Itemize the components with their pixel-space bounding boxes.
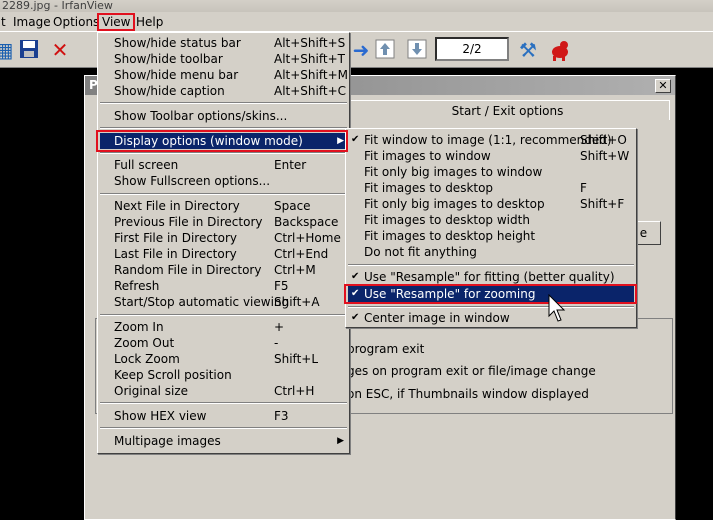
menu-help[interactable]: Help — [133, 13, 166, 31]
submenu-item-center-image[interactable]: ✔ Center image in window — [348, 310, 634, 326]
check-icon: ✔ — [351, 312, 360, 323]
menu-item-display-options[interactable]: Display options (window mode) ▶ — [100, 133, 347, 149]
menu-separator — [100, 102, 347, 104]
option-text-2: ges on program exit or file/image change — [347, 364, 596, 378]
menu-item-show-hide-toolbar[interactable]: Show/hide toolbar Alt+Shift+T — [100, 51, 347, 67]
submenu-item-fit-images-to-window[interactable]: Fit images to window Shift+W — [348, 148, 634, 164]
menu-item-zoom-out[interactable]: Zoom Out - — [100, 335, 347, 351]
menu-separator — [100, 402, 347, 404]
menu-item-show-hex-view[interactable]: Show HEX view F3 — [100, 408, 347, 424]
submenu-item-fit-big-images-to-desktop[interactable]: Fit only big images to desktop Shift+F — [348, 196, 634, 212]
menu-separator — [100, 427, 347, 429]
page-indicator: 2/2 — [435, 37, 509, 61]
submenu-arrow-icon: ▶ — [337, 136, 344, 146]
view-menu: Show/hide status bar Alt+Shift+S Show/hid… — [97, 32, 350, 454]
menu-item-fullscreen-options[interactable]: Show Fullscreen options... — [100, 173, 347, 189]
menu-item-refresh[interactable]: Refresh F5 — [100, 278, 347, 294]
submenu-item-fit-big-images-to-window[interactable]: Fit only big images to window — [348, 164, 634, 180]
menu-image[interactable]: Image — [10, 13, 54, 31]
menu-item-lock-zoom[interactable]: Lock Zoom Shift+L — [100, 351, 347, 367]
submenu-item-fit-window-to-image[interactable]: ✔ Fit window to image (1:1, recommended) S… — [348, 132, 634, 148]
mouse-cursor-icon — [548, 294, 566, 322]
tab-start-exit-options[interactable]: Start / Exit options — [345, 100, 670, 120]
submenu-item-resample-fitting[interactable]: ✔ Use "Resample" for fitting (better qual… — [348, 269, 634, 285]
thumbnails-icon[interactable]: ▦ — [0, 38, 16, 62]
delete-icon[interactable]: ✕ — [48, 38, 72, 62]
submenu-item-fit-images-to-desktop[interactable]: Fit images to desktop F — [348, 180, 634, 196]
properties-icon[interactable]: ⚒ — [516, 38, 540, 62]
menu-item-show-hide-caption[interactable]: Show/hide caption Alt+Shift+C — [100, 83, 347, 99]
irfanview-logo-icon[interactable] — [548, 38, 572, 62]
menu-item-random-file[interactable]: Random File in Directory Ctrl+M — [100, 262, 347, 278]
menu-item-last-file[interactable]: Last File in Directory Ctrl+End — [100, 246, 347, 262]
save-icon[interactable] — [17, 38, 41, 62]
option-text-3: on ESC, if Thumbnails window displayed — [347, 387, 589, 401]
menu-item-first-file[interactable]: First File in Directory Ctrl+Home — [100, 230, 347, 246]
check-icon: ✔ — [351, 134, 360, 145]
option-text-1: program exit — [347, 342, 425, 356]
submenu-item-resample-zooming[interactable]: ✔ Use "Resample" for zooming — [348, 286, 634, 302]
display-options-submenu: ✔ Fit window to image (1:1, recommended) S… — [345, 128, 637, 328]
submenu-arrow-icon: ▶ — [337, 436, 344, 446]
menu-options[interactable]: Options — [50, 13, 102, 31]
last-page-icon[interactable] — [405, 38, 429, 62]
menu-file[interactable]: t — [0, 13, 9, 31]
menu-separator — [100, 314, 347, 316]
menu-item-multipage-images[interactable]: Multipage images ▶ — [100, 433, 347, 449]
menu-item-zoom-in[interactable]: Zoom In + — [100, 319, 347, 335]
menu-separator — [348, 306, 634, 308]
check-icon: ✔ — [351, 271, 360, 282]
menu-separator — [100, 152, 347, 154]
submenu-item-fit-desktop-width[interactable]: Fit images to desktop width — [348, 212, 634, 228]
menu-item-automatic-viewing[interactable]: Start/Stop automatic viewing Shift+A — [100, 294, 347, 310]
submenu-item-fit-desktop-height[interactable]: Fit images to desktop height — [348, 228, 634, 244]
menu-item-next-file[interactable]: Next File in Directory Space — [100, 198, 347, 214]
menu-separator — [100, 193, 347, 195]
menu-separator — [348, 264, 634, 266]
menu-item-full-screen[interactable]: Full screen Enter — [100, 157, 347, 173]
menu-bar: t Image Options View Help — [0, 12, 713, 32]
menu-item-toolbar-options[interactable]: Show Toolbar options/skins... — [100, 108, 347, 124]
menu-item-show-hide-status-bar[interactable]: Show/hide status bar Alt+Shift+S — [100, 35, 347, 51]
menu-item-keep-scroll-position[interactable]: Keep Scroll position — [100, 367, 347, 383]
close-icon[interactable]: ✕ — [655, 79, 671, 93]
submenu-item-do-not-fit[interactable]: Do not fit anything — [348, 244, 634, 260]
menu-view[interactable]: View — [97, 13, 136, 31]
first-page-icon[interactable] — [373, 38, 397, 62]
menu-item-show-hide-menu-bar[interactable]: Show/hide menu bar Alt+Shift+M — [100, 67, 348, 83]
menu-separator — [100, 127, 347, 129]
menu-item-previous-file[interactable]: Previous File in Directory Backspace — [100, 214, 347, 230]
window-title: 2289.jpg - IrfanView — [0, 0, 713, 12]
menu-item-original-size[interactable]: Original size Ctrl+H — [100, 383, 347, 399]
check-icon: ✔ — [351, 288, 360, 299]
next-arrow-icon[interactable]: ➜ — [349, 38, 373, 62]
